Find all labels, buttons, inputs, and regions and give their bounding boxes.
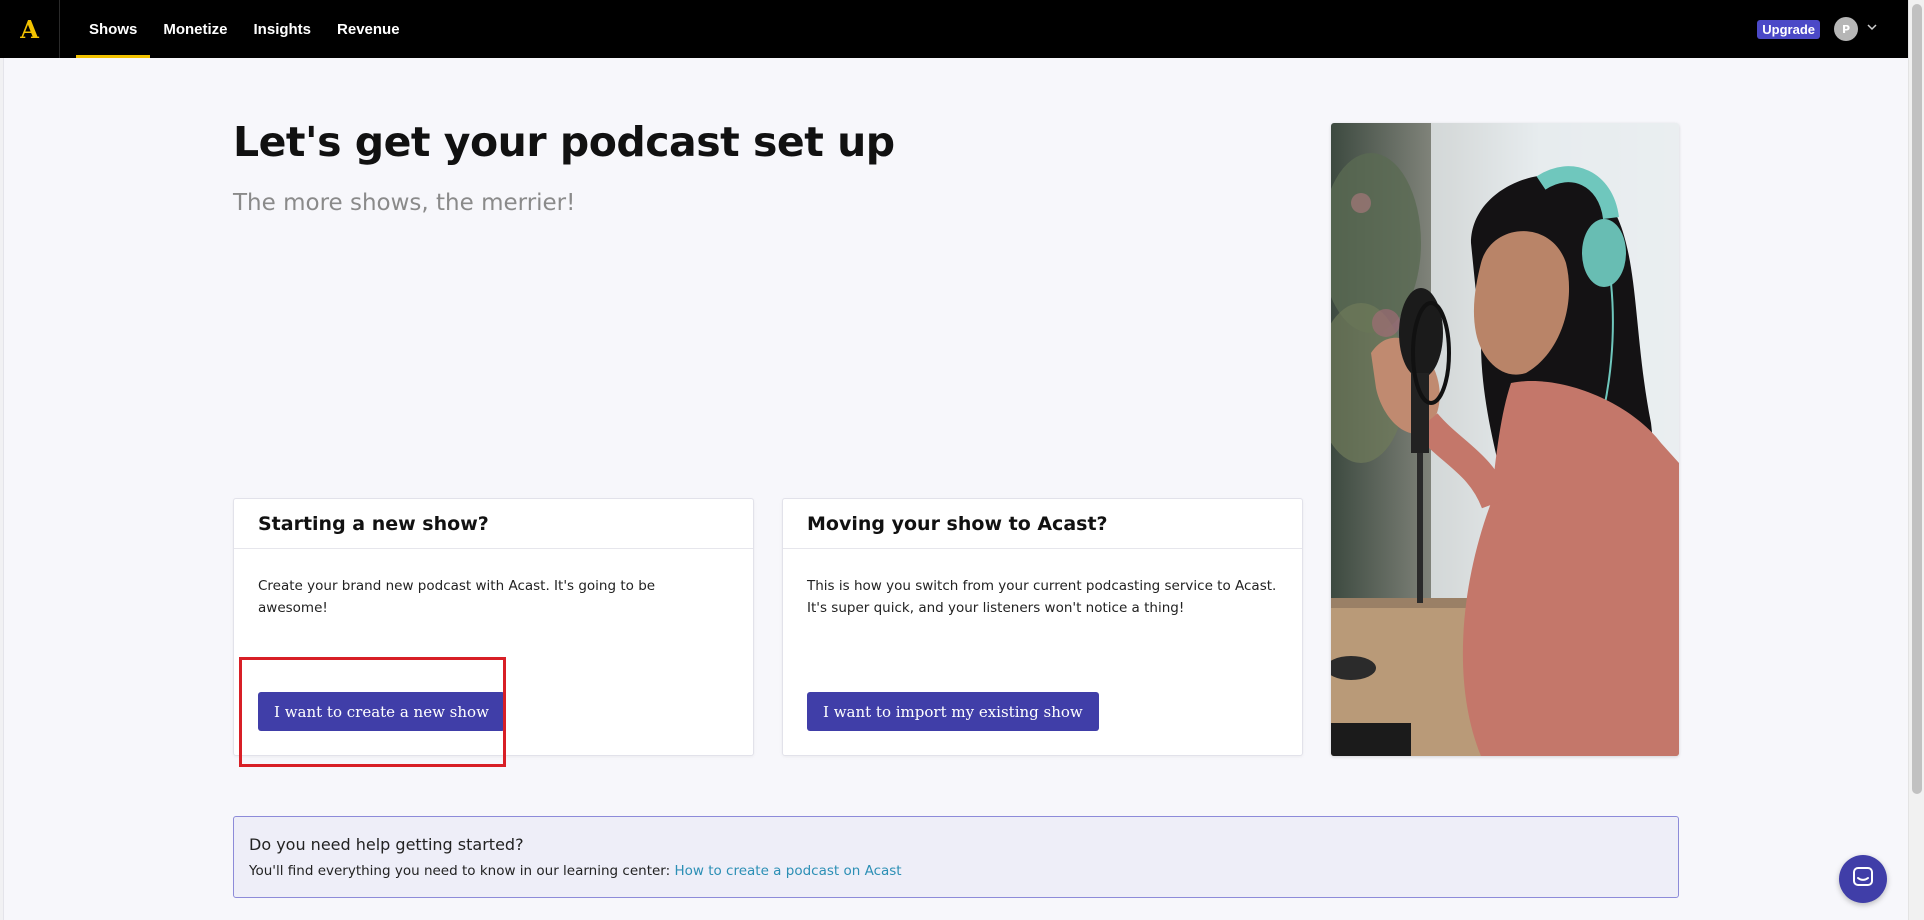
page-title: Let's get your podcast set up <box>233 118 895 166</box>
nav-item-revenue[interactable]: Revenue <box>324 0 413 58</box>
page-subtitle: The more shows, the merrier! <box>233 190 576 216</box>
chat-button[interactable] <box>1839 855 1887 903</box>
acast-logo[interactable]: A <box>0 0 60 58</box>
highlight-annotation <box>239 657 506 767</box>
nav-item-monetize[interactable]: Monetize <box>150 0 240 58</box>
vertical-scrollbar[interactable] <box>1908 0 1924 920</box>
top-navbar: A Shows Monetize Insights Revenue Upgrad… <box>0 0 1908 58</box>
learning-center-link[interactable]: How to create a podcast on Acast <box>674 863 901 879</box>
nav-item-insights[interactable]: Insights <box>241 0 325 58</box>
help-box: Do you need help getting started? You'll… <box>233 816 1679 898</box>
avatar[interactable]: P <box>1834 17 1858 41</box>
card-title: Moving your show to Acast? <box>783 499 1302 549</box>
chevron-down-icon[interactable] <box>1866 21 1878 37</box>
chat-bubble-icon <box>1852 866 1874 892</box>
help-text: You'll find everything you need to know … <box>249 863 1663 879</box>
left-edge-strip <box>0 0 4 920</box>
nav-item-shows[interactable]: Shows <box>76 0 151 58</box>
card-title: Starting a new show? <box>234 499 753 549</box>
topbar-right: Upgrade P <box>1757 0 1878 58</box>
podcaster-illustration <box>1331 123 1679 756</box>
help-title: Do you need help getting started? <box>249 835 524 854</box>
scrollbar-thumb[interactable] <box>1912 4 1922 794</box>
import-existing-show-button[interactable]: I want to import my existing show <box>807 692 1099 731</box>
help-text-body: You'll find everything you need to know … <box>249 863 675 879</box>
podcaster-photo <box>1331 123 1679 756</box>
upgrade-button[interactable]: Upgrade <box>1757 19 1820 39</box>
main-nav: Shows Monetize Insights Revenue <box>76 0 413 58</box>
import-show-card: Moving your show to Acast? This is how y… <box>782 498 1303 756</box>
card-description: This is how you switch from your current… <box>807 578 1277 616</box>
